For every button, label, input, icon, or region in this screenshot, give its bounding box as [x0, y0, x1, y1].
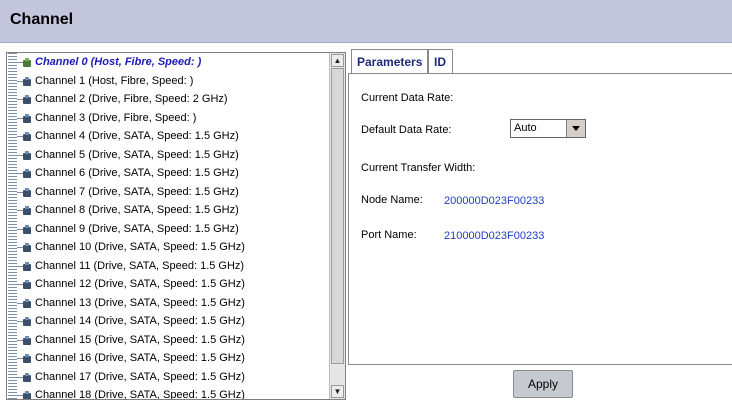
scroll-up-arrow-icon[interactable]: ▲ — [331, 54, 344, 67]
channel-label: Channel 1 (Host, Fibre, Speed: ) — [35, 74, 194, 87]
channel-label: Channel 18 (Drive, SATA, Speed: 1.5 GHz) — [35, 389, 245, 400]
channel-node-icon — [23, 58, 31, 67]
channel-node-icon — [23, 317, 31, 326]
page-header: Channel — [0, 0, 732, 43]
chevron-down-icon[interactable] — [566, 120, 585, 137]
channel-label: Channel 3 (Drive, Fibre, Speed: ) — [35, 111, 197, 124]
channel-label: Channel 4 (Drive, SATA, Speed: 1.5 GHz) — [35, 130, 239, 142]
channel-label: Channel 15 (Drive, SATA, Speed: 1.5 GHz) — [35, 333, 245, 346]
channel-label: Channel 2 (Drive, Fibre, Speed: 2 GHz) — [35, 93, 228, 105]
channel-list[interactable]: Channel 0 (Host, Fibre, Speed: ) Channel … — [6, 52, 346, 400]
channel-node-icon — [23, 169, 31, 178]
channel-node-icon — [23, 95, 31, 104]
channel-label: Channel 14 (Drive, SATA, Speed: 1.5 GHz) — [35, 315, 245, 327]
default-data-rate-value: Auto — [514, 122, 537, 134]
port-name-label: Port Name: — [361, 229, 417, 241]
channel-node-icon — [23, 335, 31, 345]
channel-list-scrollbar[interactable]: ▲ ▼ — [329, 53, 345, 399]
channel-list-item[interactable]: Channel 12 (Drive, SATA, Speed: 1.5 GHz) — [7, 275, 329, 294]
channel-node-icon — [23, 372, 31, 382]
channel-node-icon — [23, 261, 31, 271]
channel-label: Channel 5 (Drive, SATA, Speed: 1.5 GHz) — [35, 148, 239, 161]
channel-list-item[interactable]: Channel 7 (Drive, SATA, Speed: 1.5 GHz) — [7, 183, 329, 202]
channel-list-item[interactable]: Channel 17 (Drive, SATA, Speed: 1.5 GHz) — [7, 368, 329, 387]
channel-label: Channel 0 (Host, Fibre, Speed: ) — [35, 56, 202, 68]
channel-label: Channel 16 (Drive, SATA, Speed: 1.5 GHz) — [35, 352, 245, 364]
channel-list-item[interactable]: Channel 2 (Drive, Fibre, Speed: 2 GHz) — [7, 90, 329, 109]
scroll-down-arrow-icon[interactable]: ▼ — [331, 385, 344, 398]
node-name-label: Node Name: — [361, 194, 423, 206]
channel-list-item[interactable]: Channel 3 (Drive, Fibre, Speed: ) — [7, 109, 329, 128]
default-data-rate-select[interactable]: Auto — [510, 119, 586, 138]
channel-node-icon — [23, 391, 31, 399]
channel-list-item[interactable]: Channel 6 (Drive, SATA, Speed: 1.5 GHz) — [7, 164, 329, 183]
channel-label: Channel 12 (Drive, SATA, Speed: 1.5 GHz) — [35, 278, 245, 290]
channel-node-icon — [23, 187, 31, 197]
channel-list-item[interactable]: Channel 10 (Drive, SATA, Speed: 1.5 GHz) — [7, 238, 329, 257]
channel-node-icon — [23, 132, 31, 141]
tab-parameters[interactable]: Parameters — [351, 49, 428, 73]
channel-node-icon — [23, 206, 31, 215]
parameters-panel: Current Data Rate: Default Data Rate: Au… — [348, 73, 732, 365]
current-data-rate-label: Current Data Rate: — [361, 92, 454, 104]
channel-list-item[interactable]: Channel 11 (Drive, SATA, Speed: 1.5 GHz) — [7, 257, 329, 276]
channel-label: Channel 11 (Drive, SATA, Speed: 1.5 GHz) — [35, 259, 245, 272]
scrollbar-thumb[interactable] — [331, 68, 344, 364]
node-name-value: 200000D023F00233 — [444, 195, 545, 207]
channel-label: Channel 9 (Drive, SATA, Speed: 1.5 GHz) — [35, 222, 239, 235]
channel-node-icon — [23, 113, 31, 123]
default-data-rate-label: Default Data Rate: — [361, 124, 452, 136]
channel-list-item[interactable]: Channel 14 (Drive, SATA, Speed: 1.5 GHz) — [7, 312, 329, 331]
channel-label: Channel 17 (Drive, SATA, Speed: 1.5 GHz) — [35, 370, 245, 383]
channel-node-icon — [23, 224, 31, 234]
channel-label: Channel 13 (Drive, SATA, Speed: 1.5 GHz) — [35, 296, 245, 309]
channel-list-item[interactable]: Channel 16 (Drive, SATA, Speed: 1.5 GHz) — [7, 349, 329, 368]
channel-node-icon — [23, 298, 31, 308]
channel-list-item[interactable]: Channel 0 (Host, Fibre, Speed: ) — [7, 53, 329, 72]
channel-node-icon — [23, 150, 31, 160]
page-title: Channel — [10, 11, 74, 28]
channel-node-icon — [23, 243, 31, 252]
channel-label: Channel 8 (Drive, SATA, Speed: 1.5 GHz) — [35, 204, 239, 216]
channel-list-item[interactable]: Channel 9 (Drive, SATA, Speed: 1.5 GHz) — [7, 220, 329, 239]
channel-label: Channel 7 (Drive, SATA, Speed: 1.5 GHz) — [35, 185, 239, 198]
channel-node-icon — [23, 76, 31, 86]
channel-list-item[interactable]: Channel 4 (Drive, SATA, Speed: 1.5 GHz) — [7, 127, 329, 146]
channel-list-item[interactable]: Channel 18 (Drive, SATA, Speed: 1.5 GHz) — [7, 386, 329, 400]
channel-node-icon — [23, 354, 31, 363]
channel-items: Channel 0 (Host, Fibre, Speed: ) Channel … — [7, 53, 329, 400]
channel-label: Channel 10 (Drive, SATA, Speed: 1.5 GHz) — [35, 241, 245, 253]
channel-label: Channel 6 (Drive, SATA, Speed: 1.5 GHz) — [35, 167, 239, 179]
channel-list-item[interactable]: Channel 1 (Host, Fibre, Speed: ) — [7, 72, 329, 91]
channel-list-item[interactable]: Channel 5 (Drive, SATA, Speed: 1.5 GHz) — [7, 146, 329, 165]
channel-node-icon — [23, 280, 31, 289]
tab-id[interactable]: ID — [428, 49, 453, 73]
channel-list-item[interactable]: Channel 15 (Drive, SATA, Speed: 1.5 GHz) — [7, 331, 329, 350]
apply-button[interactable]: Apply — [513, 370, 573, 398]
channel-list-item[interactable]: Channel 8 (Drive, SATA, Speed: 1.5 GHz) — [7, 201, 329, 220]
port-name-value: 210000D023F00233 — [444, 230, 545, 242]
channel-list-item[interactable]: Channel 13 (Drive, SATA, Speed: 1.5 GHz) — [7, 294, 329, 313]
current-transfer-width-label: Current Transfer Width: — [361, 162, 476, 174]
